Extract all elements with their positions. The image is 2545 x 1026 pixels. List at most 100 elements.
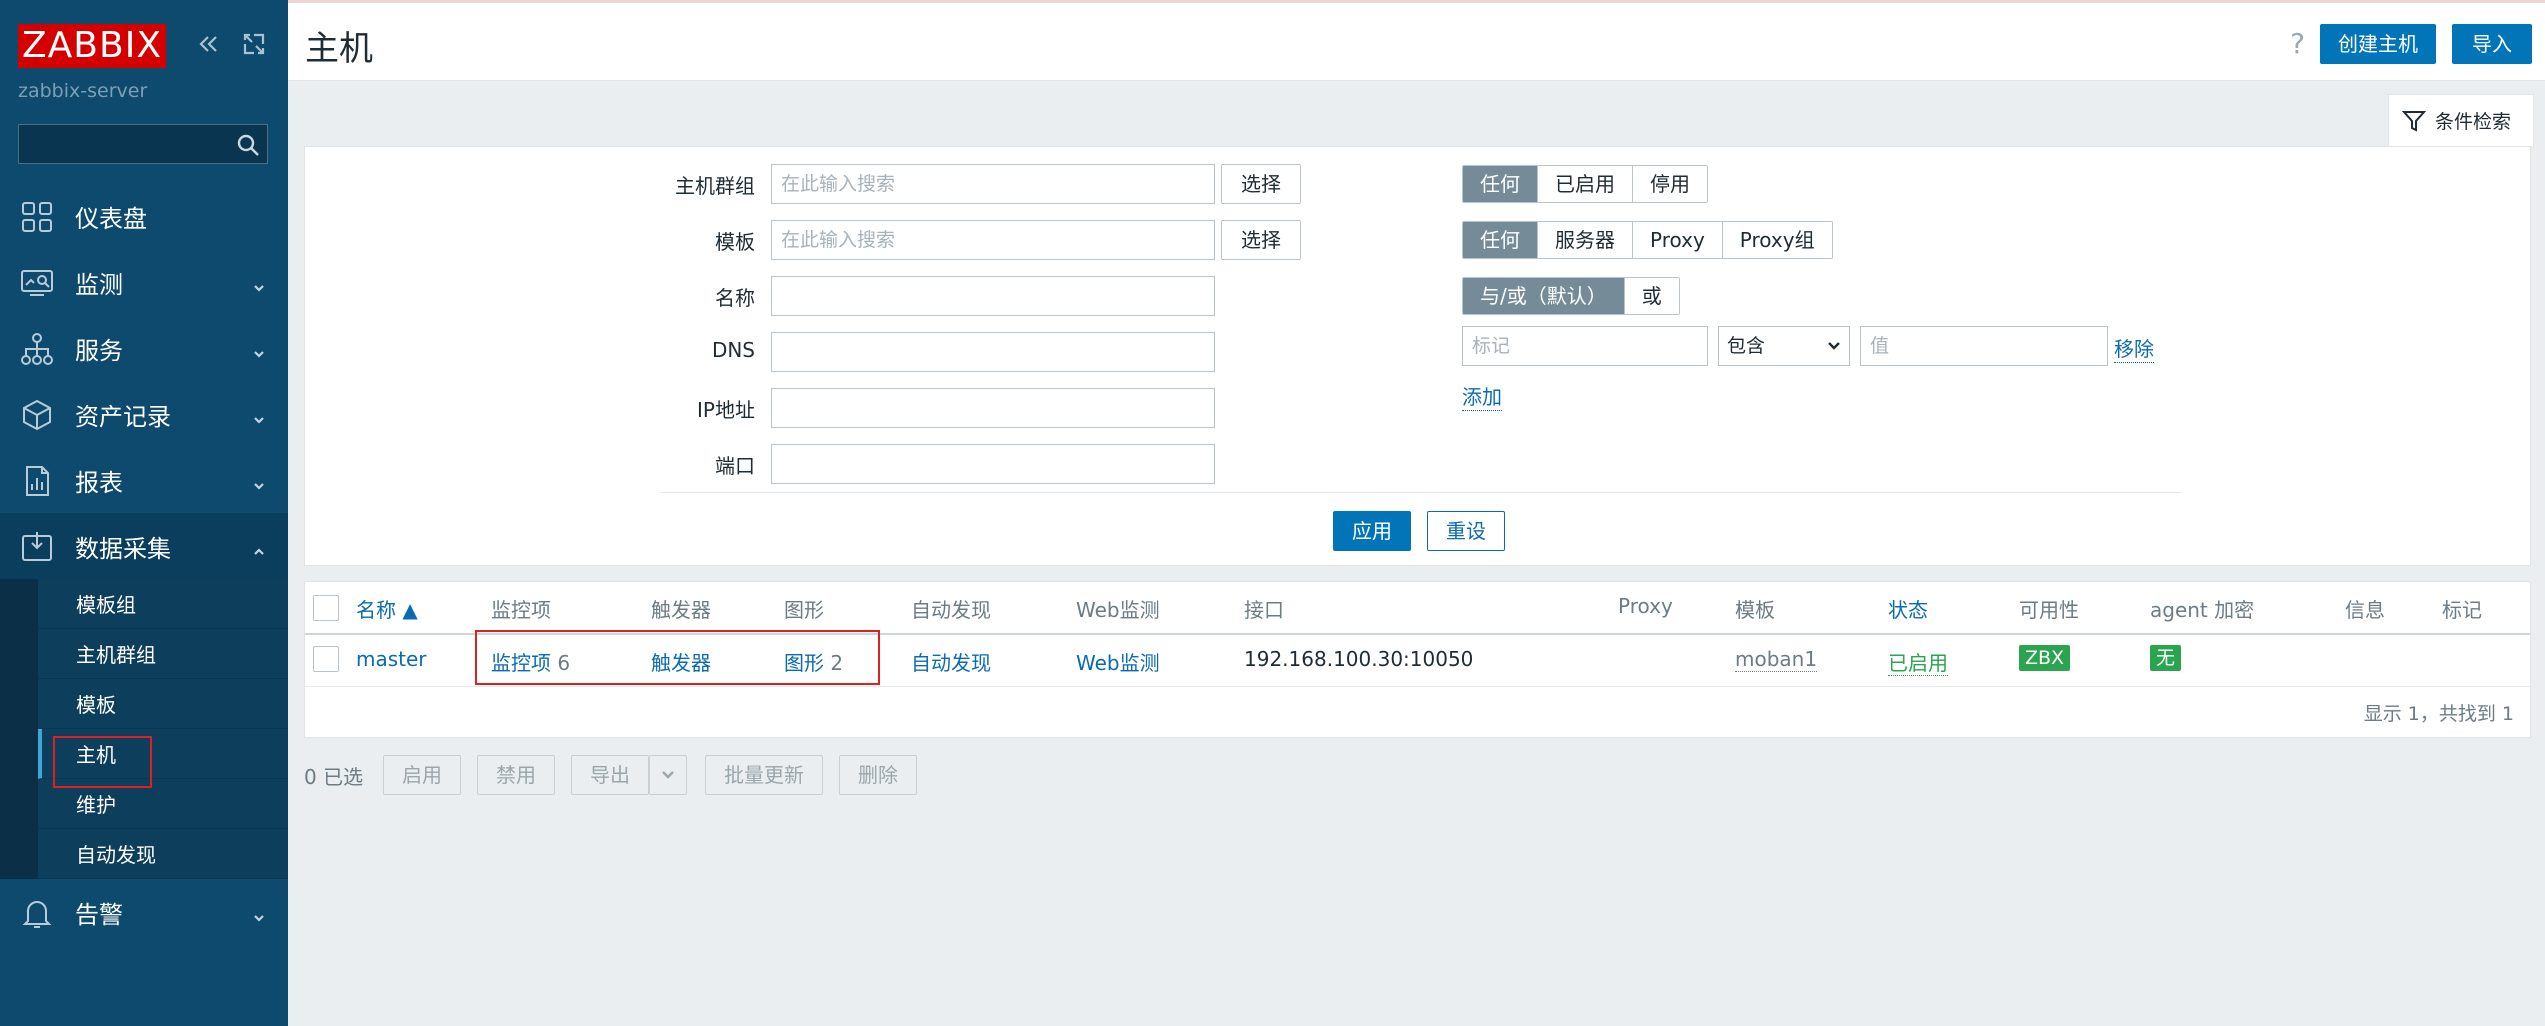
submenu-item-hosts[interactable]: 主机 [38,729,288,779]
monitoring-icon [20,266,54,300]
items-link[interactable]: 监控项 6 [491,647,570,676]
menu-item-monitoring[interactable]: 监测 [0,249,288,315]
kiosk-mode-icon[interactable] [240,30,268,63]
menu-label: 告警 [75,900,123,929]
menu-item-data-collection[interactable]: 数据采集 [0,513,288,579]
filter-icon [2401,110,2427,132]
template-link[interactable]: moban1 [1735,647,1818,672]
sidebar: ZABBIX zabbix-server 仪表盘 监测 服务 资产记录 报表 数… [0,0,288,1026]
column-header-status[interactable]: 状态 [1888,594,1928,623]
column-header-web: Web监测 [1076,598,1160,622]
search-icon[interactable] [235,132,261,158]
help-icon[interactable]: ? [2290,27,2305,60]
items-link-label: 监控项 [491,651,551,675]
column-header-proxy: Proxy [1618,594,1673,618]
chevron-down-icon [252,276,266,292]
dashboard-icon [20,200,54,234]
ip-input[interactable] [771,388,1215,428]
filter-divider [661,492,2181,493]
port-input[interactable] [771,444,1215,484]
host-groups-input[interactable]: 在此输入搜索 [771,164,1215,204]
discovery-link[interactable]: 自动发现 [911,647,991,676]
graphs-link-label: 图形 [784,651,824,675]
menu-item-dashboard[interactable]: 仪表盘 [0,183,288,249]
remove-tag-link[interactable]: 移除 [2114,333,2154,363]
items-count: 6 [557,651,571,675]
monitored-by-option-proxy[interactable]: Proxy [1633,222,1723,258]
selected-count: 0 已选 [304,765,364,789]
monitored-by-option-proxy-group[interactable]: Proxy组 [1722,222,1832,258]
host-groups-select-button[interactable]: 选择 [1221,164,1301,204]
reset-button[interactable]: 重设 [1427,511,1505,551]
dns-label: DNS [711,338,755,362]
column-header-info: 信息 [2345,598,2385,622]
tags-option-and-or[interactable]: 与/或（默认） [1463,278,1625,314]
chevron-down-icon [252,342,266,358]
name-label: 名称 [715,286,755,310]
status-toggle[interactable]: 已启用 [1888,647,1948,676]
data-collection-icon [20,530,54,564]
column-header-discovery: 自动发现 [911,598,991,622]
name-input[interactable] [771,276,1215,316]
column-header-name[interactable]: 名称 ▲ [356,594,418,623]
menu-item-services[interactable]: 服务 [0,315,288,381]
triggers-link[interactable]: 触发器 [651,647,711,676]
add-tag-link[interactable]: 添加 [1462,381,1502,411]
templates-input[interactable]: 在此输入搜索 [771,220,1215,260]
import-button[interactable]: 导入 [2452,24,2532,64]
submenu-item-template-groups[interactable]: 模板组 [38,579,288,629]
select-all-checkbox[interactable] [313,595,339,621]
tags-option-or[interactable]: 或 [1624,278,1679,314]
export-button[interactable]: 导出 [571,755,649,795]
tag-name-input[interactable]: 标记 [1462,326,1708,366]
tag-operator-select[interactable]: 包含 [1718,326,1850,366]
submenu-item-templates[interactable]: 模板 [38,679,288,729]
graphs-link[interactable]: 图形 2 [784,647,843,676]
monitored-by-option-server[interactable]: 服务器 [1538,222,1633,258]
menu-label: 服务 [75,336,123,365]
column-header-encryption: agent 加密 [2150,598,2255,622]
status-toggle-label: 已启用 [1888,651,1948,676]
delete-button[interactable]: 删除 [839,755,917,795]
submenu-item-host-groups[interactable]: 主机群组 [38,629,288,679]
availability-badge: ZBX [2019,645,2071,671]
enable-button[interactable]: 启用 [383,755,461,795]
create-host-button[interactable]: 创建主机 [2320,24,2436,64]
monitored-by-option-any[interactable]: 任何 [1463,222,1538,258]
row-checkbox[interactable] [313,646,339,672]
column-header-templates: 模板 [1735,598,1775,622]
sidebar-search-input[interactable] [18,124,268,164]
zabbix-logo[interactable]: ZABBIX [18,24,166,68]
mass-update-button[interactable]: 批量更新 [705,755,823,795]
dns-input[interactable] [771,332,1215,372]
tags-mode-segmented: 与/或（默认） 或 [1462,277,1680,315]
menu-label: 监测 [75,270,123,299]
status-option-any[interactable]: 任何 [1463,166,1538,202]
page-header: 主机 ? 创建主机 导入 [288,3,2545,81]
hosts-table: 名称 ▲ 监控项 触发器 图形 自动发现 Web监测 接口 Proxy 模板 状… [304,581,2531,738]
column-header-items: 监控项 [491,598,551,622]
submenu-item-maintenance[interactable]: 维护 [38,779,288,829]
column-header-availability: 可用性 [2019,598,2079,622]
menu-item-alerts[interactable]: 告警 [0,879,288,945]
menu-item-inventory[interactable]: 资产记录 [0,381,288,447]
chevron-up-icon [252,540,266,555]
apply-button[interactable]: 应用 [1333,511,1411,551]
status-option-disabled[interactable]: 停用 [1633,166,1707,202]
export-dropdown-button[interactable] [649,755,687,795]
chevron-down-icon [252,906,266,922]
filter-tab[interactable]: 条件检索 [2388,94,2534,146]
data-collection-submenu: 模板组 主机群组 模板 主机 维护 自动发现 [0,579,288,879]
host-name-link[interactable]: master [356,647,427,671]
sidebar-controls [194,30,268,63]
status-option-enabled[interactable]: 已启用 [1538,166,1633,202]
collapse-sidebar-icon[interactable] [194,30,222,63]
templates-select-button[interactable]: 选择 [1221,220,1301,260]
submenu-item-discovery[interactable]: 自动发现 [38,829,288,879]
menu-item-reports[interactable]: 报表 [0,447,288,513]
web-link[interactable]: Web监测 [1076,647,1160,676]
disable-button[interactable]: 禁用 [477,755,555,795]
page-title: 主机 [305,29,373,69]
tag-value-input[interactable]: 值 [1860,326,2108,366]
monitored-by-segmented: 任何 服务器 Proxy Proxy组 [1462,221,1833,259]
